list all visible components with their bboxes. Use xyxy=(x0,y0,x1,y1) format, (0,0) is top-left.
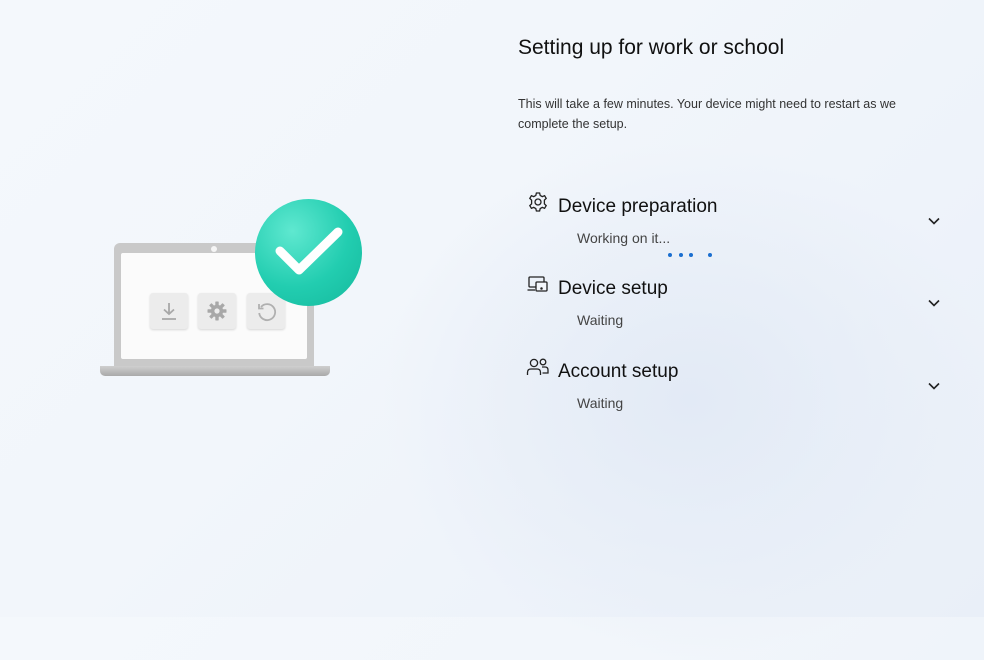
step-title: Device preparation xyxy=(558,196,718,217)
step-title: Device setup xyxy=(558,278,668,299)
page-title: Setting up for work or school xyxy=(518,36,785,59)
devices-icon xyxy=(527,276,548,292)
step-account-setup[interactable]: Account setup Waiting xyxy=(526,357,946,427)
step-device-setup[interactable]: Device setup Waiting xyxy=(526,274,946,344)
checkmark-icon xyxy=(255,199,362,306)
laptop-camera xyxy=(211,246,217,252)
people-icon xyxy=(526,358,549,375)
gear-icon xyxy=(198,293,236,329)
step-device-preparation[interactable]: Device preparation Working on it... xyxy=(526,192,946,262)
progress-dot xyxy=(708,253,712,257)
download-icon xyxy=(150,293,188,329)
step-status: Working on it... xyxy=(577,230,671,246)
step-status: Waiting xyxy=(577,312,624,328)
progress-dot xyxy=(668,253,672,257)
progress-dots xyxy=(668,253,718,259)
page-description: This will take a few minutes. Your devic… xyxy=(518,97,896,131)
step-status: Waiting xyxy=(577,395,624,411)
laptop-illustration xyxy=(98,196,368,382)
chevron-down-icon[interactable] xyxy=(927,381,941,391)
chevron-down-icon[interactable] xyxy=(927,298,941,308)
gear-icon xyxy=(528,192,548,212)
step-title: Account setup xyxy=(558,361,679,382)
chevron-down-icon[interactable] xyxy=(927,216,941,226)
progress-dot xyxy=(689,253,693,257)
refresh-icon xyxy=(247,293,285,329)
progress-dot xyxy=(679,253,683,257)
laptop-base xyxy=(100,366,330,376)
